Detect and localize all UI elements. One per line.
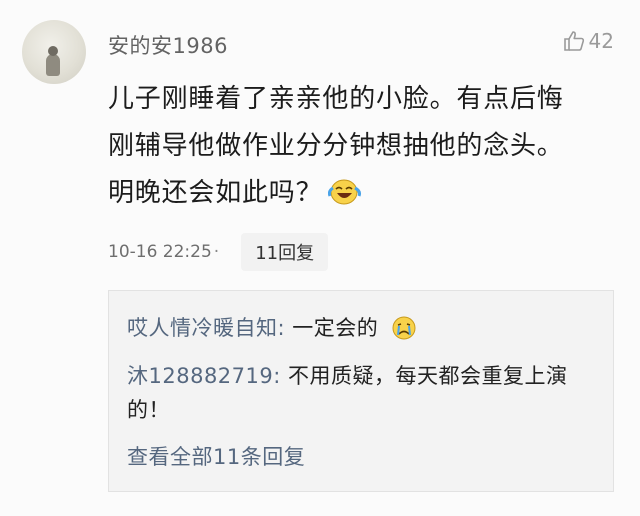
comment-text-line: 刚辅导他做作业分分钟想抽他的念头。: [108, 131, 564, 161]
comment-text: 儿子刚睡着了亲亲他的小脸。有点后悔 刚辅导他做作业分分钟想抽他的念头。 明晚还会…: [108, 76, 608, 223]
avatar-figure: [46, 46, 60, 76]
comment-text-line-3: 明晚还会如此吗？: [108, 178, 323, 208]
replies-panel: 哎人情冷暖自知: 一定会的 沐128882719: 不用质疑，每天都会重复上演的…: [108, 290, 614, 492]
laugh-cry-emoji-icon: [328, 176, 362, 223]
reply-item[interactable]: 沐128882719: 不用质疑，每天都会重复上演的！: [127, 359, 597, 427]
thumbs-up-icon: [562, 29, 586, 53]
comment-text-line: 儿子刚睡着了亲亲他的小脸。有点后悔: [108, 84, 564, 114]
comment-username[interactable]: 安的安1986: [108, 30, 228, 60]
crying-emoji-icon: [391, 315, 417, 351]
reply-author[interactable]: 哎人情冷暖自知:: [127, 316, 285, 340]
meta-separator: ·: [213, 242, 220, 262]
reply-author[interactable]: 沐128882719:: [127, 364, 281, 388]
comment-text-line: 明晚还会如此吗？: [108, 170, 608, 223]
comment-timestamp: 10-16 22:25: [108, 242, 212, 262]
view-all-replies-link[interactable]: 查看全部11条回复: [127, 441, 305, 471]
comment-meta: 10-16 22:25 · 11回复: [108, 233, 329, 271]
like-button[interactable]: 42: [562, 29, 614, 53]
reply-count-button[interactable]: 11回复: [241, 233, 329, 271]
reply-text: 一定会的: [292, 316, 379, 340]
reply-item[interactable]: 哎人情冷暖自知: 一定会的: [127, 311, 417, 351]
like-count: 42: [588, 29, 614, 53]
avatar[interactable]: [22, 20, 86, 84]
comment-screen: 安的安1986 42 儿子刚睡着了亲亲他的小脸。有点后悔 刚辅导他做作业分分钟想…: [0, 0, 640, 516]
